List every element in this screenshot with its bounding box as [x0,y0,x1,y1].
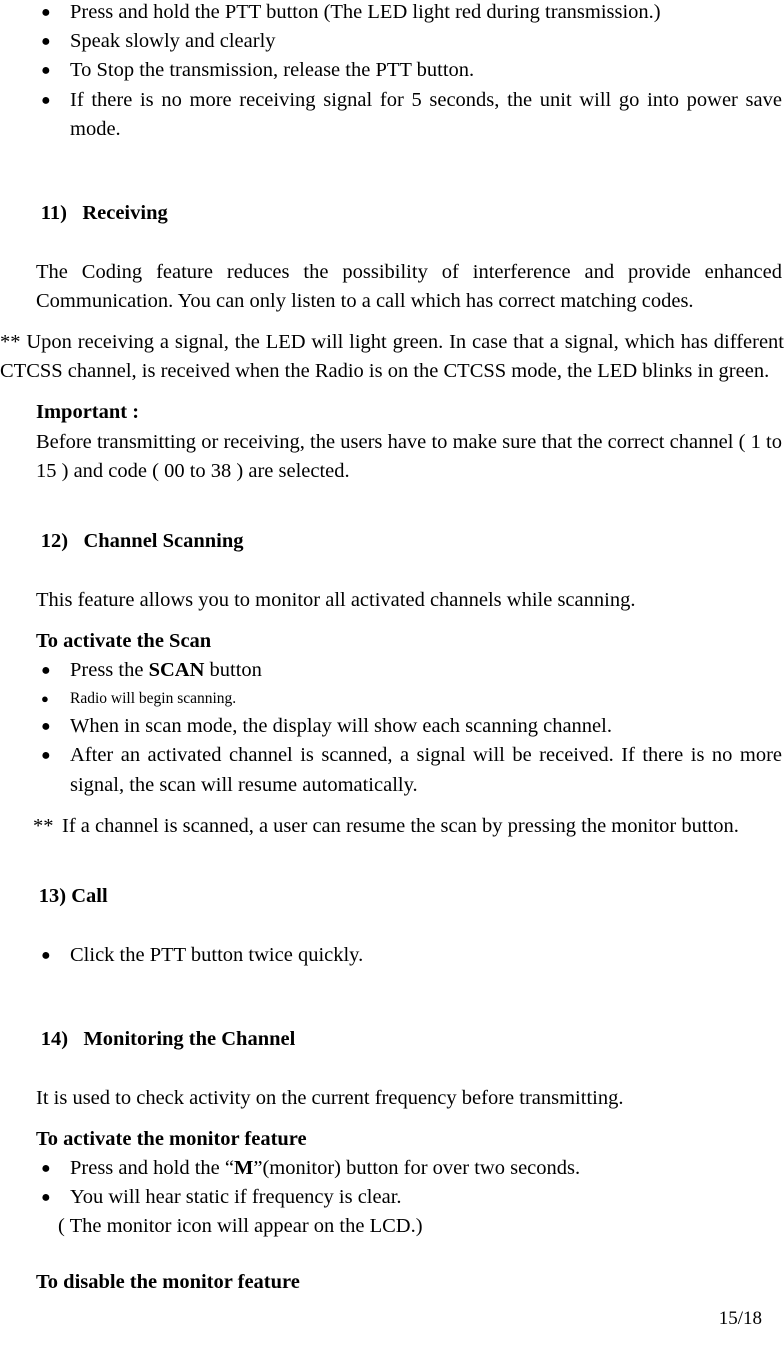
section-11-body: The Coding feature reduces the possibili… [36,260,782,312]
list-item-text: Press the [70,659,149,682]
list-item: ● You will hear static if frequency is c… [0,1183,784,1212]
subhead-disable-monitor: To disable the monitor feature [36,1270,300,1293]
section-title: Call [71,885,108,908]
list-item-text: Click the PTT button twice quickly. [70,943,364,966]
note-stars: ** [33,814,54,837]
list-item-text: Press and hold the “ [70,1156,234,1179]
intro-bullet-list: ● Press and hold the PTT button (The LED… [0,0,784,144]
section-heading-14: 14) Monitoring the Channel [0,996,784,1084]
section-number: 14) [40,1028,69,1051]
lcd-note: ( The monitor icon will appear on the LC… [58,1215,423,1238]
list-item-text: When in scan mode, the display will show… [70,715,612,738]
bullet-icon: ● [41,747,51,765]
list-item: ● Radio will begin scanning. [0,685,784,712]
bullet-icon: ● [41,1159,51,1177]
list-item: ● When in scan mode, the display will sh… [0,712,784,741]
bullet-icon: ● [41,946,51,964]
list-item: ● Press the SCAN button [0,656,784,685]
list-item-text: Press and hold the PTT button (The LED l… [70,1,661,23]
section-heading-12: 12) Channel Scanning [0,498,784,586]
subhead-activate-monitor: To activate the monitor feature [36,1127,307,1150]
list-item-text: Speak slowly and clearly [70,30,276,53]
list-item-text-tail: button [204,659,262,682]
important-label: Important : [36,401,140,424]
list-item-text: If there is no more receiving signal for… [70,88,782,140]
scan-bullet-list: ● Press the SCAN button ● Radio will beg… [0,656,784,800]
scan-button-name: SCAN [148,659,205,682]
monitor-button-name: M [233,1156,254,1179]
list-item: ● Speak slowly and clearly [0,27,784,56]
bullet-icon: ● [41,718,51,736]
section-number: 11) [40,202,67,225]
page-content: ● Press and hold the PTT button (The LED… [0,0,784,1297]
monitor-bullet-list: ● Press and hold the “M”(monitor) button… [0,1154,784,1212]
document-page: ● Press and hold the PTT button (The LED… [0,0,784,1346]
section-number: 13) [38,885,67,908]
section-title: Monitoring the Channel [83,1028,296,1051]
list-item: ● Click the PTT button twice quickly. [0,941,784,970]
bullet-icon: ● [41,91,51,109]
list-item-text: To Stop the transmission, release the PT… [70,59,475,82]
list-item-text: After an activated channel is scanned, a… [70,744,782,796]
bullet-icon: ● [41,62,51,80]
list-item: ● Press and hold the “M”(monitor) button… [0,1154,784,1183]
important-body: Before transmitting or receiving, the us… [36,430,782,482]
section-11-note: ** Upon receiving a signal, the LED will… [0,331,784,383]
list-item-text: Radio will begin scanning. [70,690,237,708]
section-12-body: This feature allows you to monitor all a… [36,588,636,611]
section-12-note: ** If a channel is scanned, a user can r… [0,812,784,841]
list-item: ● Press and hold the PTT button (The LED… [0,0,784,27]
bullet-icon: ● [41,691,49,707]
section-14-body: It is used to check activity on the curr… [36,1086,624,1109]
section-title: Receiving [82,202,168,225]
list-item: ● To Stop the transmission, release the … [0,56,784,85]
list-item-text-tail: ”(monitor) button for over two seconds. [253,1156,581,1179]
list-item-text: You will hear static if frequency is cle… [70,1186,402,1209]
list-item: ● If there is no more receiving signal f… [0,86,784,144]
page-number: 15/18 [718,1308,762,1329]
list-item: ● After an activated channel is scanned,… [0,741,784,799]
note-text: If a channel is scanned, a user can resu… [62,814,739,837]
bullet-icon: ● [41,4,51,21]
section-number: 12) [40,530,69,553]
section-heading-13: 13) Call [0,853,784,941]
bullet-icon: ● [41,1189,51,1207]
call-bullet-list: ● Click the PTT button twice quickly. [0,941,784,970]
bullet-icon: ● [41,33,51,51]
section-title: Channel Scanning [83,530,244,553]
section-heading-11: 11) Receiving [0,170,784,258]
subhead-activate-scan: To activate the Scan [36,629,212,652]
bullet-icon: ● [41,662,51,680]
